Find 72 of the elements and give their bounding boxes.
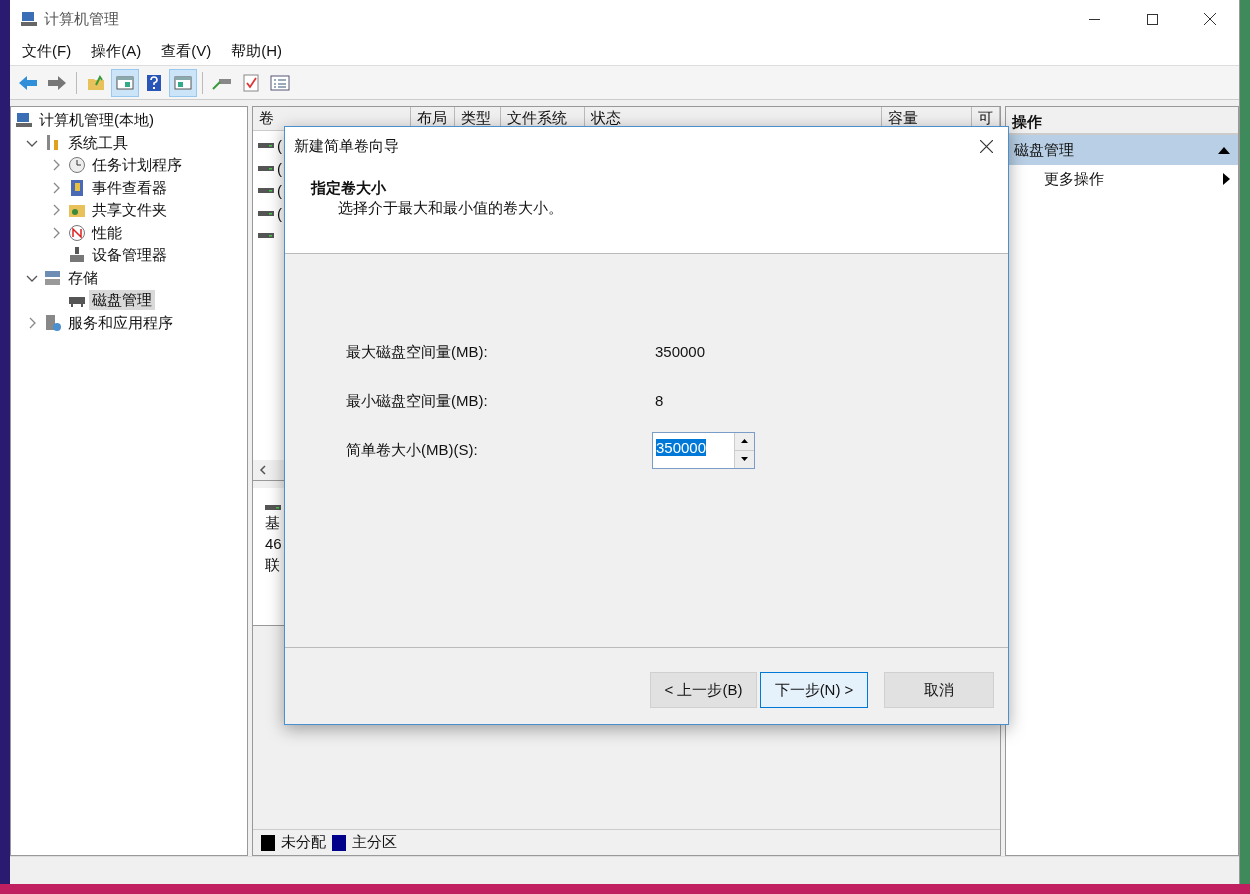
disk-info: 联 [265, 555, 281, 575]
menu-item[interactable]: 帮助(H) [221, 40, 292, 63]
tree-item[interactable]: 系统工具 [65, 132, 131, 153]
panel-icon [174, 74, 192, 91]
pane-title: 操作 [1006, 107, 1238, 135]
tree-item[interactable]: 任务计划程序 [89, 155, 185, 176]
wizard-button[interactable]: 取消 [884, 672, 994, 708]
disk-info: 基 [265, 513, 281, 533]
menu-item[interactable]: 查看(V) [151, 40, 222, 63]
checklist-icon [243, 73, 259, 92]
collapse-icon[interactable] [1218, 146, 1230, 154]
gauge-icon [68, 223, 86, 242]
drive-icon [265, 504, 281, 512]
help-icon [146, 73, 162, 92]
wizard-button[interactable]: < 上一步(B) [650, 672, 757, 708]
device-icon [68, 246, 86, 265]
tree-item[interactable]: 存储 [65, 267, 101, 288]
tree-item[interactable]: 事件查看器 [89, 177, 170, 198]
submenu-arrow-icon [1223, 173, 1230, 185]
spin-up-button[interactable] [735, 432, 754, 451]
forward-arrow-icon [47, 74, 67, 91]
legend-label: 主分区 [352, 832, 397, 853]
section-header[interactable]: 磁盘管理 [1006, 135, 1238, 165]
toolbar-button[interactable] [111, 68, 139, 97]
close-icon[interactable] [980, 139, 993, 153]
services-icon [44, 313, 62, 332]
menu-item[interactable]: 文件(F) [12, 40, 82, 63]
drive-icon [258, 142, 274, 151]
tree-item[interactable]: 计算机管理(本地) [36, 110, 157, 131]
clock-icon [68, 156, 86, 175]
tree-item[interactable]: 设备管理器 [89, 245, 170, 266]
folder-icon [87, 74, 105, 91]
up-arrow-icon [741, 439, 748, 443]
drive-icon [258, 209, 274, 218]
down-arrow-icon [741, 457, 748, 461]
step-description: 选择介于最大和最小值的卷大小。 [337, 198, 564, 218]
table-cell-text: ( [277, 158, 282, 179]
table-cell-text: ( [277, 136, 282, 156]
event-icon [68, 178, 86, 197]
tree-item[interactable]: 服务和应用程序 [65, 312, 176, 333]
toolbar-button[interactable] [169, 68, 197, 97]
drive-icon [258, 187, 274, 196]
window-title: 计算机管理 [44, 8, 119, 29]
field-label: 最大磁盘空间量(MB): [346, 341, 489, 362]
menu-item[interactable]: 操作(A) [81, 40, 152, 63]
table-cell-text: ( [277, 181, 282, 201]
back-arrow-icon [18, 74, 38, 91]
tree-item[interactable]: 共享文件夹 [89, 200, 170, 221]
action-item[interactable]: 更多操作 [1044, 167, 1104, 191]
computer-icon [15, 111, 33, 130]
tree-item[interactable]: 性能 [89, 222, 125, 243]
field-label: 最小磁盘空间量(MB): [346, 390, 489, 411]
field-value: 350000 [655, 341, 706, 362]
size-spinbox[interactable]: 350000 [652, 431, 755, 469]
dialog-title: 新建简单卷向导 [294, 135, 399, 156]
drive-icon [258, 232, 274, 241]
close-icon[interactable] [1204, 13, 1216, 25]
computer-icon [20, 10, 38, 28]
legend-label: 未分配 [281, 832, 326, 853]
field-value: 8 [655, 390, 664, 411]
storage-icon [44, 268, 62, 287]
list-icon [270, 74, 290, 91]
field-label: 简单卷大小(MB)(S): [346, 439, 479, 460]
scroll-left-icon[interactable] [259, 465, 267, 475]
wizard-button[interactable]: 下一步(N) > [760, 672, 868, 708]
table-cell-text: ( [277, 203, 282, 224]
panel-icon [116, 74, 134, 91]
tree-item[interactable]: 磁盘管理 [89, 290, 155, 311]
drive-icon [258, 164, 274, 173]
disk-info: 46 [265, 534, 283, 554]
spin-value: 350000 [656, 438, 707, 456]
step-heading: 指定卷大小 [311, 178, 387, 198]
